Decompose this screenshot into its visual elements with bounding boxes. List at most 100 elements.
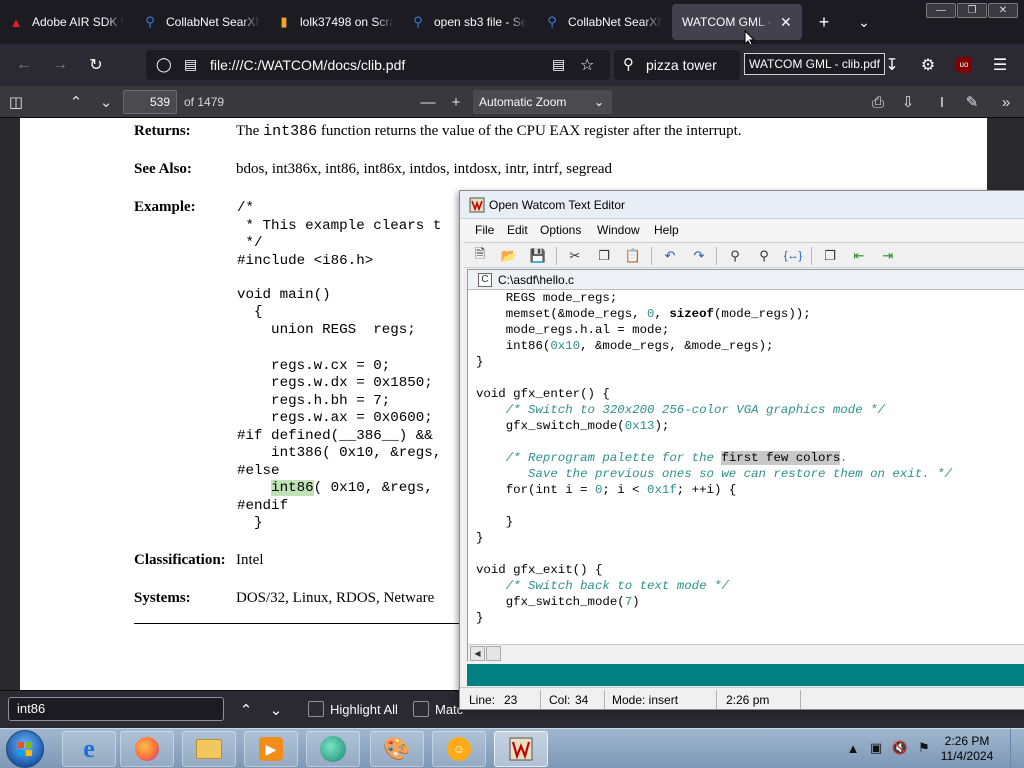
sidebar-toggle-icon[interactable]: ◫ bbox=[4, 90, 28, 114]
tab-watcom-gml[interactable]: WATCOM GML - c ✕ bbox=[672, 4, 802, 40]
reader-view-icon[interactable]: ▤ bbox=[552, 56, 565, 73]
taskbar-watcom-editor[interactable] bbox=[494, 731, 548, 767]
zoom-out-icon[interactable]: — bbox=[416, 90, 440, 114]
new-tab-button[interactable]: + bbox=[812, 10, 836, 34]
next-page-icon[interactable]: ⌄ bbox=[94, 90, 118, 114]
status-divider bbox=[604, 690, 605, 709]
toolbar-separator bbox=[811, 247, 812, 265]
save-icon[interactable]: 💾 bbox=[528, 246, 548, 266]
find-next-icon[interactable]: ⌄ bbox=[264, 698, 288, 722]
scroll-thumb[interactable] bbox=[486, 646, 501, 661]
menu-edit[interactable]: Edit bbox=[507, 223, 528, 237]
command-bar[interactable] bbox=[467, 664, 1024, 686]
tab-label: lolk37498 on Scra bbox=[300, 15, 394, 29]
close-tab-icon[interactable]: ✕ bbox=[780, 14, 792, 31]
find-input[interactable]: int86 bbox=[8, 697, 224, 721]
network-icon[interactable]: ▣ bbox=[868, 740, 884, 756]
redo-icon[interactable]: ↷ bbox=[689, 246, 709, 266]
back-button[interactable]: ← bbox=[12, 53, 36, 77]
scroll-left-icon[interactable]: ◀ bbox=[470, 646, 485, 661]
show-hidden-icons-icon[interactable]: ▲ bbox=[845, 740, 861, 756]
returns-label: Returns: bbox=[134, 123, 191, 139]
print-icon[interactable]: ⎙ bbox=[866, 90, 890, 114]
taskbar-file-explorer[interactable] bbox=[182, 731, 236, 767]
more-tools-icon[interactable]: » bbox=[994, 90, 1018, 114]
find-icon[interactable]: ⚲ bbox=[725, 246, 745, 266]
taskbar-app-green[interactable] bbox=[306, 731, 360, 767]
action-center-flag-icon[interactable]: ⚑ bbox=[916, 740, 932, 756]
find-next-icon[interactable]: ⚲ bbox=[754, 246, 774, 266]
editor-status-bar: Line: 23 Col: 34 Mode: insert 2:26 pm bbox=[460, 687, 1024, 709]
save-icon[interactable]: ⇩ bbox=[896, 90, 920, 114]
menu-help[interactable]: Help bbox=[654, 223, 679, 237]
taskbar-media-player[interactable]: ▶ bbox=[244, 731, 298, 767]
minimize-button[interactable]: — bbox=[926, 3, 956, 18]
ublock-icon[interactable]: uo bbox=[952, 53, 976, 77]
editor-menu-bar: File Edit Options Window Help bbox=[460, 219, 1024, 241]
code-line: } bbox=[476, 611, 484, 625]
editor-title-bar[interactable]: Open Watcom Text Editor bbox=[460, 191, 1024, 219]
tab-label: open sb3 file - Se bbox=[434, 15, 528, 29]
taskbar-firefox[interactable] bbox=[120, 731, 174, 767]
page-number-input[interactable]: 539 bbox=[123, 90, 177, 114]
tab-collabnet-searxng-2[interactable]: ⚲ CollabNet SearXN bbox=[544, 4, 662, 40]
tab-open-sb3-file[interactable]: ⚲ open sb3 file - Se bbox=[410, 4, 528, 40]
shield-icon[interactable]: ◯ bbox=[156, 56, 172, 73]
forward-button[interactable]: → bbox=[48, 53, 72, 77]
highlight-all-checkbox[interactable] bbox=[308, 701, 324, 717]
menu-options[interactable]: Options bbox=[540, 223, 581, 237]
copy-icon[interactable]: ❐ bbox=[594, 246, 614, 266]
paint-palette-icon: 🎨 bbox=[383, 736, 411, 761]
tab-collabnet-searxng-1[interactable]: ⚲ CollabNet SearXN bbox=[142, 4, 260, 40]
status-col-value: 34 bbox=[575, 693, 589, 707]
editor-document-window[interactable]: C C:\asdf\hello.c REGS mode_regs; memset… bbox=[467, 269, 1024, 661]
taskbar-clock[interactable]: 2:26 PM 11/4/2024 bbox=[937, 734, 997, 764]
taskbar-paint[interactable]: 🎨 bbox=[370, 731, 424, 767]
tab-scratch-user[interactable]: ▮ lolk37498 on Scra bbox=[276, 4, 394, 40]
watcom-editor-window[interactable]: Open Watcom Text Editor File Edit Option… bbox=[459, 190, 1024, 710]
paste-icon[interactable]: 📋 bbox=[623, 246, 643, 266]
menu-file[interactable]: File bbox=[475, 223, 494, 237]
close-window-button[interactable]: ✕ bbox=[988, 3, 1018, 18]
document-title-bar[interactable]: C C:\asdf\hello.c bbox=[468, 270, 1024, 290]
find-previous-icon[interactable]: ⌃ bbox=[234, 698, 258, 722]
match-case-checkbox[interactable] bbox=[413, 701, 429, 717]
new-file-icon[interactable]: 🗎 bbox=[470, 246, 490, 266]
menu-window[interactable]: Window bbox=[597, 223, 640, 237]
taskbar-internet-explorer[interactable]: e bbox=[62, 731, 116, 767]
reload-button[interactable]: ↻ bbox=[84, 53, 108, 77]
match-brace-icon[interactable]: {↔} bbox=[783, 246, 803, 266]
c-file-icon: C bbox=[478, 273, 492, 287]
menu-hamburger-icon[interactable]: ☰ bbox=[988, 53, 1012, 77]
zoom-in-icon[interactable]: + bbox=[444, 90, 468, 114]
cut-icon[interactable]: ✂ bbox=[565, 246, 585, 266]
bookmark-star-icon[interactable]: ☆ bbox=[580, 55, 594, 75]
draw-icon[interactable]: ✎ bbox=[960, 90, 984, 114]
show-desktop-button[interactable] bbox=[1010, 729, 1024, 768]
editor-title: Open Watcom Text Editor bbox=[489, 198, 626, 212]
search-bar[interactable]: ⚲ pizza tower bbox=[614, 50, 740, 80]
open-folder-icon[interactable]: 📂 bbox=[499, 246, 519, 266]
undo-icon[interactable]: ↶ bbox=[660, 246, 680, 266]
text-cursor-icon[interactable]: I bbox=[930, 90, 954, 114]
media-player-icon: ▶ bbox=[259, 737, 283, 761]
zoom-select[interactable]: Automatic Zoom ⌄ bbox=[473, 90, 612, 114]
url-bar[interactable]: ◯ ▤ file:///C:/WATCOM/docs/clib.pdf ▤ ☆ bbox=[146, 50, 610, 80]
previous-file-icon[interactable]: ⇤ bbox=[849, 246, 869, 266]
next-file-icon[interactable]: ⇥ bbox=[878, 246, 898, 266]
list-all-tabs-button[interactable]: ⌄ bbox=[852, 10, 876, 34]
code-line: Save the previous ones so we can restore… bbox=[476, 467, 952, 481]
start-button[interactable] bbox=[6, 730, 44, 768]
horizontal-scrollbar[interactable]: ◀ bbox=[468, 644, 1024, 661]
extensions-icon[interactable]: ⚙ bbox=[916, 53, 940, 77]
previous-page-icon[interactable]: ⌃ bbox=[64, 90, 88, 114]
tab-label: CollabNet SearXN bbox=[568, 15, 662, 29]
taskbar-scratch[interactable]: ☺ bbox=[432, 731, 486, 767]
tab-adobe-air-sdk[interactable]: ▲ Adobe AIR SDK f bbox=[8, 4, 128, 40]
pdf-toolbar: ◫ ⌃ ⌄ 539 of 1479 — + Automatic Zoom ⌄ ⎙… bbox=[0, 86, 1024, 118]
code-area[interactable]: REGS mode_regs; memset(&mode_regs, 0, si… bbox=[468, 290, 1024, 644]
restore-button[interactable]: ❐ bbox=[957, 3, 987, 18]
search-text: pizza tower bbox=[646, 57, 717, 73]
volume-muted-icon[interactable]: 🔇 bbox=[892, 740, 908, 756]
files-icon[interactable]: ❐ bbox=[820, 246, 840, 266]
